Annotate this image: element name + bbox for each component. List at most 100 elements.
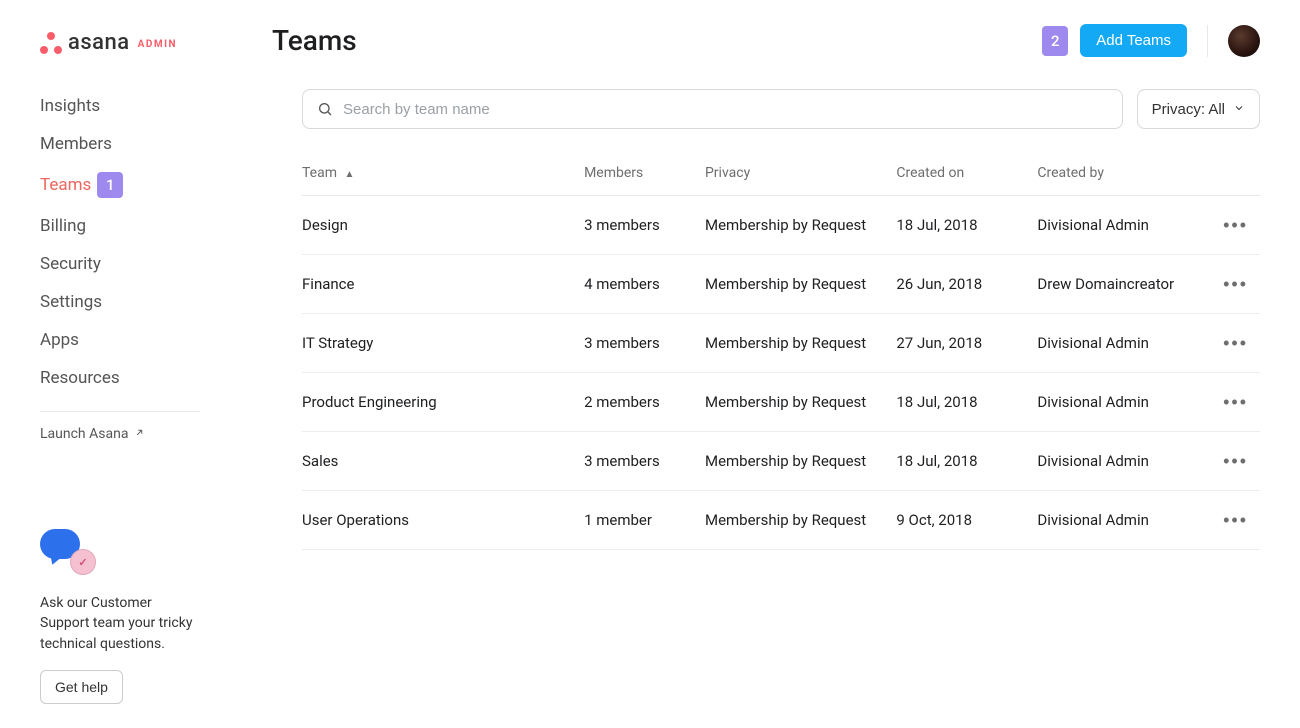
col-created-on[interactable]: Created on [896,153,1037,196]
vertical-divider [1207,25,1208,57]
sidebar-divider [40,411,200,412]
search-icon [317,101,333,117]
search-input[interactable] [343,101,1108,118]
sidebar-item-billing[interactable]: Billing [40,207,230,245]
cell-privacy: Membership by Request [705,373,896,432]
cell-members: 1 member [584,491,705,550]
privacy-filter[interactable]: Privacy: All [1137,89,1260,129]
cell-members: 4 members [584,255,705,314]
cell-actions: ••• [1219,373,1260,432]
cell-team: User Operations [302,491,584,550]
more-icon: ••• [1223,215,1248,235]
external-link-icon [134,427,145,441]
teams-table-wrap: Team ▲ Members Privacy Created on Create… [302,153,1260,550]
row-more-button[interactable]: ••• [1219,448,1252,474]
sidebar: asana ADMIN Insights Members Teams 1 Billing… [0,0,230,728]
cell-created-by: Drew Domaincreator [1037,255,1218,314]
sidebar-item-label: Billing [40,216,86,236]
sidebar-item-apps[interactable]: Apps [40,321,230,359]
more-icon: ••• [1223,392,1248,412]
cell-created-by: Divisional Admin [1037,432,1218,491]
header-badge: 2 [1042,26,1068,56]
cell-team: IT Strategy [302,314,584,373]
col-members[interactable]: Members [584,153,705,196]
cell-created-on: 9 Oct, 2018 [896,491,1037,550]
cell-privacy: Membership by Request [705,196,896,255]
row-more-button[interactable]: ••• [1219,389,1252,415]
topbar: Teams 2 Add Teams [272,24,1260,57]
table-row[interactable]: Product Engineering2 membersMembership b… [302,373,1260,432]
row-more-button[interactable]: ••• [1219,330,1252,356]
launch-asana-label: Launch Asana [40,426,128,442]
cell-members: 3 members [584,196,705,255]
sidebar-item-label: Members [40,134,112,154]
cell-actions: ••• [1219,432,1260,491]
brand-logo[interactable]: asana ADMIN [40,30,230,55]
table-row[interactable]: User Operations1 memberMembership by Req… [302,491,1260,550]
more-icon: ••• [1223,333,1248,353]
cell-privacy: Membership by Request [705,314,896,373]
cell-created-by: Divisional Admin [1037,314,1218,373]
sidebar-item-insights[interactable]: Insights [40,87,230,125]
cell-created-on: 18 Jul, 2018 [896,432,1037,491]
sidebar-nav: Insights Members Teams 1 Billing Security Sett… [40,87,230,397]
asana-dots-icon [40,32,62,54]
cell-team: Finance [302,255,584,314]
add-teams-button[interactable]: Add Teams [1080,24,1187,57]
chat-icon [40,529,96,575]
col-team[interactable]: Team ▲ [302,153,584,196]
cell-members: 3 members [584,432,705,491]
sidebar-item-settings[interactable]: Settings [40,283,230,321]
row-more-button[interactable]: ••• [1219,271,1252,297]
col-privacy[interactable]: Privacy [705,153,896,196]
cell-team: Product Engineering [302,373,584,432]
more-icon: ••• [1223,510,1248,530]
get-help-button[interactable]: Get help [40,670,123,704]
row-more-button[interactable]: ••• [1219,507,1252,533]
table-row[interactable]: Design3 membersMembership by Request18 J… [302,196,1260,255]
support-box: Ask our Customer Support team your trick… [40,529,230,704]
more-icon: ••• [1223,274,1248,294]
cell-created-by: Divisional Admin [1037,196,1218,255]
cell-team: Design [302,196,584,255]
cell-actions: ••• [1219,196,1260,255]
cell-created-on: 27 Jun, 2018 [896,314,1037,373]
cell-team: Sales [302,432,584,491]
cell-privacy: Membership by Request [705,491,896,550]
col-created-by[interactable]: Created by [1037,153,1218,196]
table-row[interactable]: IT Strategy3 membersMembership by Reques… [302,314,1260,373]
more-icon: ••• [1223,451,1248,471]
privacy-filter-label: Privacy: All [1152,101,1225,118]
brand-badge: ADMIN [138,39,177,50]
row-more-button[interactable]: ••• [1219,212,1252,238]
sidebar-item-label: Settings [40,292,102,312]
sidebar-item-label: Security [40,254,101,274]
table-row[interactable]: Finance4 membersMembership by Request26 … [302,255,1260,314]
sidebar-item-members[interactable]: Members [40,125,230,163]
search-wrap[interactable] [302,89,1123,129]
sidebar-item-label: Apps [40,330,79,350]
support-text: Ask our Customer Support team your trick… [40,593,200,654]
col-team-label: Team [302,165,337,181]
sidebar-item-label: Insights [40,96,100,116]
table-row[interactable]: Sales3 membersMembership by Request18 Ju… [302,432,1260,491]
sidebar-item-badge: 1 [97,172,123,198]
cell-created-by: Divisional Admin [1037,373,1218,432]
page-title: Teams [272,24,357,57]
avatar[interactable] [1228,25,1260,57]
cell-actions: ••• [1219,255,1260,314]
cell-created-on: 26 Jun, 2018 [896,255,1037,314]
cell-privacy: Membership by Request [705,255,896,314]
sidebar-item-security[interactable]: Security [40,245,230,283]
cell-privacy: Membership by Request [705,432,896,491]
brand-name: asana [68,30,130,55]
sidebar-item-teams[interactable]: Teams 1 [40,163,230,207]
chevron-down-icon [1233,101,1245,118]
cell-actions: ••• [1219,314,1260,373]
sidebar-item-resources[interactable]: Resources [40,359,230,397]
teams-table: Team ▲ Members Privacy Created on Create… [302,153,1260,550]
cell-members: 3 members [584,314,705,373]
launch-asana-link[interactable]: Launch Asana [40,426,230,442]
cell-members: 2 members [584,373,705,432]
sidebar-item-label: Teams [40,175,91,195]
